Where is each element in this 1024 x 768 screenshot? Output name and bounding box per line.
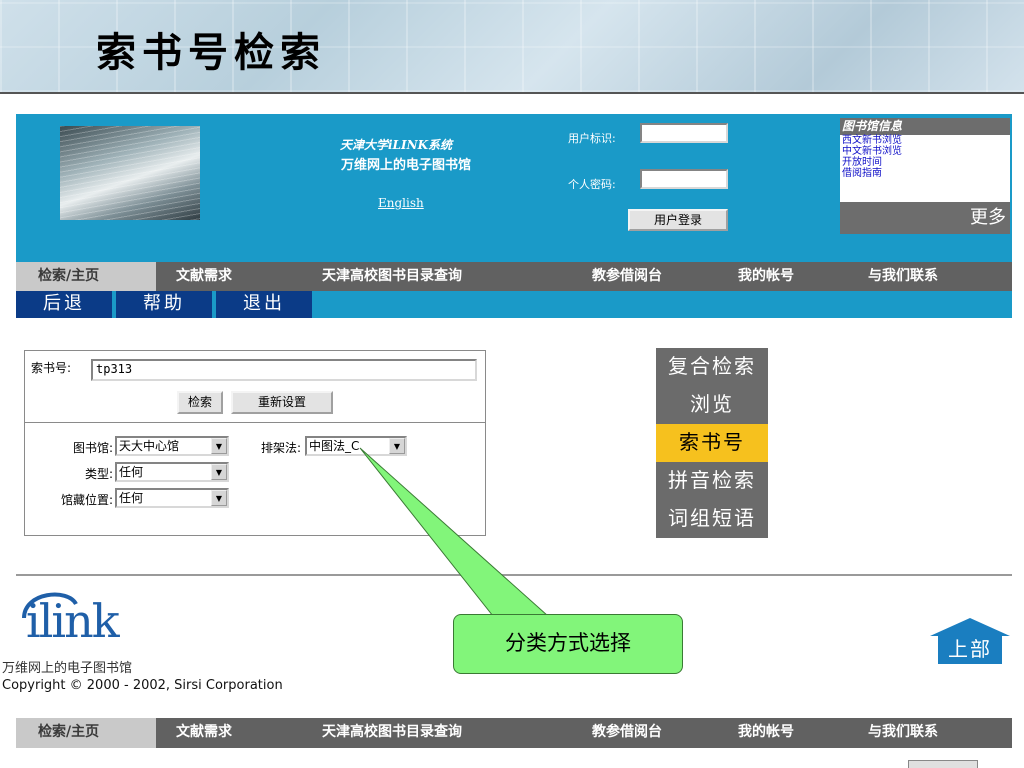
window-corner bbox=[908, 760, 978, 768]
classification-callout: 分类方式选择 bbox=[453, 614, 683, 674]
